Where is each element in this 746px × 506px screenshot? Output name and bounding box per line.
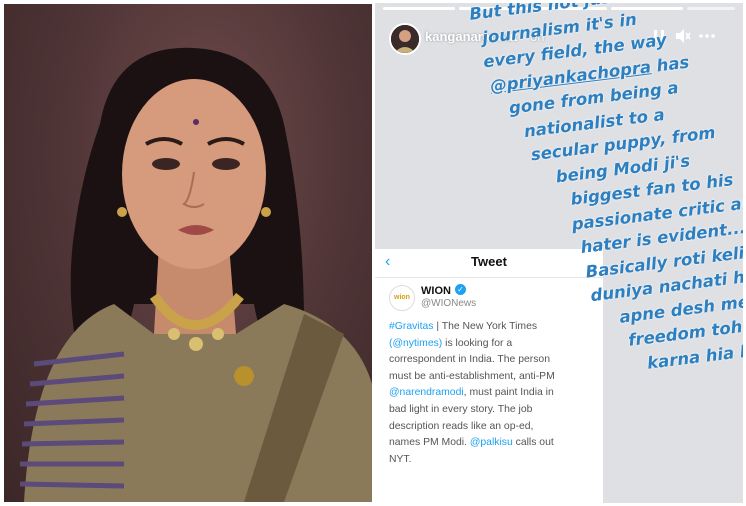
portrait-illustration [19,47,372,502]
wion-logo: wion [389,285,415,311]
tweet-body-line: names PM Modi. @palkisu calls out [389,435,594,452]
tweet-account-name: WION [421,285,451,297]
tweet-text: calls out [512,437,554,449]
verified-badge-icon: ✓ [455,284,466,295]
portrait-photo [4,4,372,502]
tweet-text: names PM Modi. [389,437,470,449]
story-progress-bar-1 [383,7,455,10]
tweet-text: is looking for a [442,337,513,349]
avatar-image [391,25,419,53]
tweet-text: description reads like an op-ed, [389,420,534,432]
tweet-body-line: NYT. [389,452,594,469]
tweet-text: NYT. [389,453,412,465]
tweet-link[interactable]: @narendramodi [389,387,464,398]
tweet-body-line: description reads like an op-ed, [389,419,594,436]
tweet-text: bad light in every story. The job [389,403,533,415]
avatar[interactable] [389,23,421,55]
tweet-handle: @WIONews [421,298,477,309]
tweet-link[interactable]: @palkisu [470,437,513,448]
instagram-story: kanganaranaut 3h ‹ Tweet wion WION ✓ @WI… [375,3,743,503]
tweet-link[interactable]: #Gravitas [389,321,433,332]
tweet-link[interactable]: (@nytimes) [389,338,442,349]
